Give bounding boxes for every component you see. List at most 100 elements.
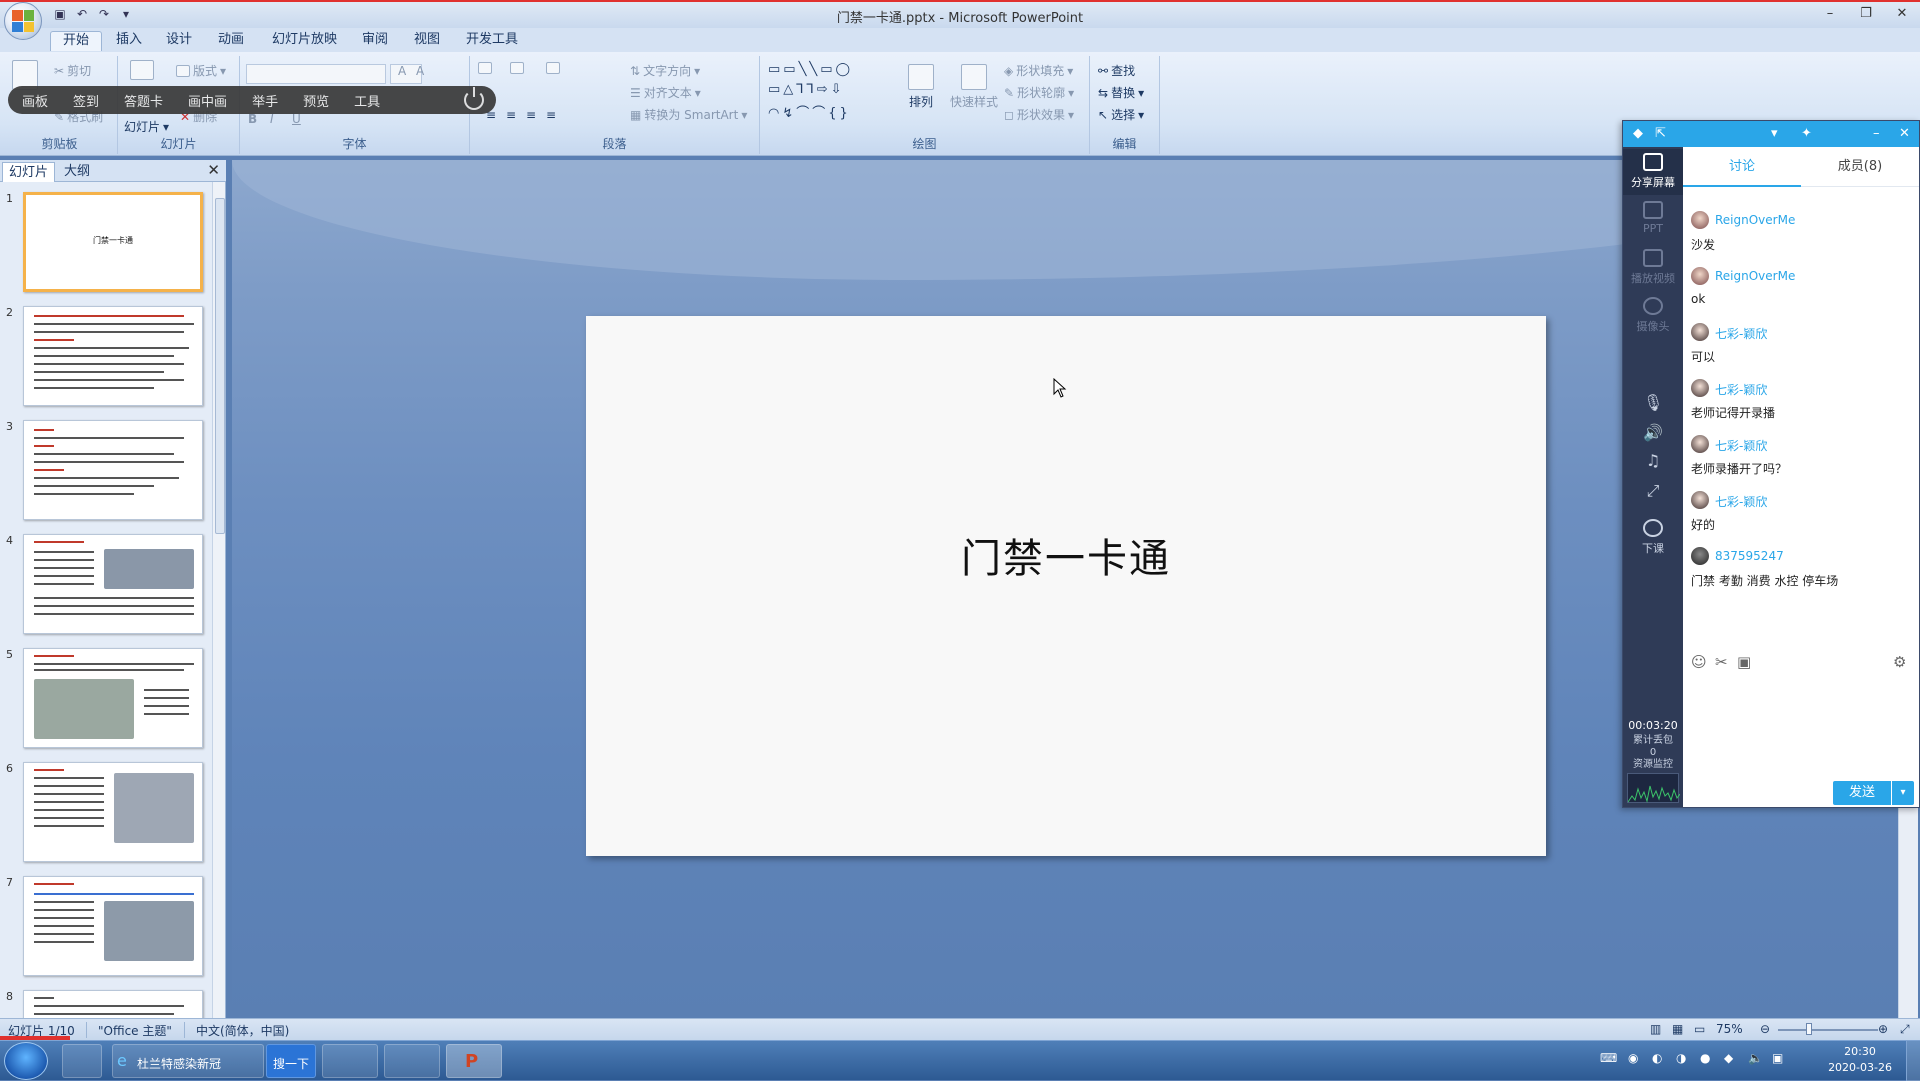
shapes-gallery-row3[interactable]: ◠↯⌒⌒{} (768, 102, 851, 121)
tab-outline[interactable]: 大纲 (58, 162, 96, 182)
text-direction-button[interactable]: ⇅ 文字方向 ▾ (630, 62, 700, 79)
settings-icon[interactable]: ⚙ (1893, 653, 1906, 671)
emoji-icon[interactable]: ☺ (1691, 653, 1707, 671)
music-icon[interactable]: ♫ (1643, 451, 1663, 471)
underline-icon[interactable]: U (292, 112, 301, 126)
shape-effects-button[interactable]: ◻ 形状效果 ▾ (1004, 106, 1074, 123)
zoom-slider-handle[interactable] (1806, 1023, 1812, 1035)
numbering-icon[interactable] (510, 62, 524, 74)
image-icon[interactable]: ▣ (1737, 653, 1751, 671)
toolbar-raise-hand[interactable]: 举手 (252, 91, 278, 110)
tab-view[interactable]: 视图 (402, 31, 452, 51)
zoom-slider[interactable] (1778, 1029, 1878, 1031)
share-screen-button[interactable]: 分享屏幕 (1623, 149, 1683, 195)
slide-sorter-icon[interactable]: ▦ (1672, 1022, 1683, 1036)
replace-button[interactable]: ⇆ 替换 ▾ (1098, 84, 1144, 101)
minimize-button[interactable]: – (1812, 2, 1848, 24)
shrink-font-icon[interactable]: A (416, 64, 424, 78)
scrollbar-thumb[interactable] (215, 198, 225, 534)
tray-icon[interactable]: ● (1700, 1051, 1710, 1065)
tab-insert[interactable]: 插入 (104, 31, 154, 51)
tab-developer[interactable]: 开发工具 (454, 31, 530, 51)
slide-thumbnail[interactable] (23, 534, 203, 634)
shapes-gallery-row2[interactable]: ▭△⅂⅂⇨⇩ (768, 82, 845, 97)
scissors-icon[interactable]: ✂ (1715, 653, 1728, 671)
toolbar-picture-in-picture[interactable]: 画中画 (188, 91, 227, 110)
align-center-icon[interactable]: ≡ (506, 108, 516, 122)
tab-design[interactable]: 设计 (154, 31, 204, 51)
zoom-level[interactable]: 75% (1716, 1022, 1743, 1036)
select-button[interactable]: ↖ 选择 ▾ (1098, 106, 1144, 123)
toolbar-answer-card[interactable]: 答题卡 (124, 91, 163, 110)
show-desktop-button[interactable] (1906, 1041, 1920, 1081)
taskbar-clock[interactable]: 20:30 2020-03-26 (1828, 1044, 1892, 1076)
quick-styles-button[interactable]: 快速样式 (950, 64, 998, 110)
slide-title[interactable]: 门禁一卡通 (586, 526, 1546, 584)
arrange-button[interactable]: 排列 (908, 64, 934, 110)
font-family-dropdown[interactable] (246, 64, 386, 84)
power-icon[interactable] (464, 87, 484, 110)
slide-thumbnail-row[interactable]: 8 (0, 986, 212, 1018)
slide-thumbnail[interactable] (23, 306, 203, 406)
zoom-out-icon[interactable]: ⊖ (1760, 1022, 1770, 1036)
minimize-icon[interactable]: – (1873, 126, 1880, 141)
bullets-icon[interactable] (478, 62, 492, 74)
office-button[interactable] (4, 2, 42, 40)
network-icon[interactable]: ◉ (1628, 1051, 1638, 1065)
slide-thumbnail[interactable] (23, 876, 203, 976)
slide-thumbnail-row[interactable]: 3 (0, 416, 212, 522)
message-username[interactable]: 七彩-颖欣 (1715, 493, 1767, 510)
slide-button[interactable]: 幻灯片 ▾ (124, 118, 169, 135)
tray-icon[interactable]: ◐ (1652, 1051, 1662, 1065)
fit-window-icon[interactable]: ⤢ (1900, 1022, 1910, 1037)
zoom-in-icon[interactable]: ⊕ (1878, 1022, 1888, 1036)
volume-icon[interactable]: 🔈 (1748, 1051, 1763, 1065)
slide-thumbnail-row[interactable]: 5 (0, 644, 212, 750)
close-icon[interactable]: ✕ (1899, 126, 1910, 141)
microphone-icon[interactable]: 🎙 (1643, 393, 1663, 413)
slide-thumbnail[interactable] (23, 762, 203, 862)
dropdown-icon[interactable]: ▾ (1771, 126, 1778, 141)
slide-thumbnail[interactable] (23, 990, 203, 1018)
shape-outline-button[interactable]: ✎ 形状轮廓 ▾ (1004, 84, 1074, 101)
tray-icon[interactable]: ▣ (1772, 1051, 1783, 1065)
new-slide-button[interactable] (130, 60, 154, 80)
align-right-icon[interactable]: ≡ (526, 108, 536, 122)
layout-button[interactable]: 版式 ▾ (176, 62, 226, 79)
language-indicator[interactable]: 中文(简体，中国) (196, 1022, 289, 1039)
shape-fill-button[interactable]: ◈ 形状填充 ▾ (1004, 62, 1073, 79)
slide-thumbnail-selected[interactable]: 门禁一卡通 (23, 192, 203, 292)
toolbar-preview[interactable]: 预览 (303, 91, 329, 110)
cut-button[interactable]: ✂ 剪切 (54, 62, 91, 79)
fullscreen-icon[interactable]: ⤢ (1643, 481, 1663, 501)
slideshow-view-icon[interactable]: ▭ (1694, 1022, 1705, 1036)
shapes-gallery[interactable]: ▭▭╲╲▭◯ (768, 62, 853, 77)
message-username[interactable]: ReignOverMe (1715, 269, 1795, 283)
share-icon[interactable]: ⇱ (1655, 126, 1666, 141)
find-button[interactable]: ⚯ 查找 (1098, 62, 1135, 79)
taskbar-explorer-icon[interactable] (384, 1044, 440, 1078)
align-text-button[interactable]: ☰ 对齐文本 ▾ (630, 84, 701, 101)
slide-thumbnail-row[interactable]: 1 门禁一卡通 (0, 188, 212, 294)
camera-button[interactable]: 摄像头 (1623, 297, 1683, 334)
tab-members[interactable]: 成员(8) (1801, 147, 1919, 187)
taskbar-app-icon[interactable] (62, 1044, 102, 1078)
tab-home[interactable]: 开始 (50, 31, 103, 51)
maximize-button[interactable]: ❐ (1848, 2, 1884, 24)
tab-animations[interactable]: 动画 (206, 31, 256, 51)
send-options-icon[interactable]: ▾ (1892, 781, 1914, 805)
slide-thumbnail-row[interactable]: 6 (0, 758, 212, 864)
taskbar-player-icon[interactable] (322, 1044, 378, 1078)
pin-icon[interactable]: ✦ (1801, 126, 1812, 141)
taskbar-ie-window[interactable]: e 杜兰特感染新冠 (112, 1044, 264, 1078)
slide-thumbnail-row[interactable]: 2 (0, 302, 212, 408)
smartart-button[interactable]: ▦ 转换为 SmartArt ▾ (630, 106, 747, 123)
close-button[interactable]: ✕ (1884, 2, 1920, 24)
tray-icon[interactable]: ◑ (1676, 1051, 1686, 1065)
send-button[interactable]: 发送 (1833, 781, 1891, 805)
message-username[interactable]: ReignOverMe (1715, 213, 1795, 227)
ppt-button[interactable]: PPT (1623, 201, 1683, 235)
justify-icon[interactable]: ≡ (546, 108, 556, 122)
tab-slideshow[interactable]: 幻灯片放映 (260, 31, 349, 51)
message-username[interactable]: 七彩-颖欣 (1715, 325, 1767, 342)
